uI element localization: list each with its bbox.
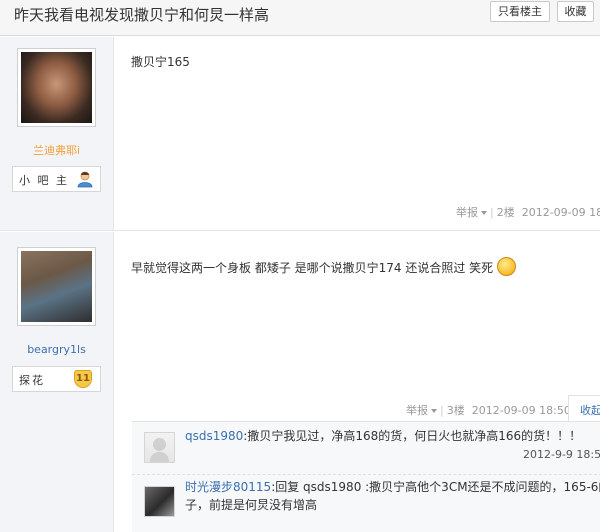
only-op-button[interactable]: 只看楼主: [490, 1, 550, 22]
report-link[interactable]: 举报: [456, 206, 487, 219]
avatar-image: [21, 52, 92, 123]
post-text: 早就觉得这两一个身板 都矮子 是哪个说撒贝宁174 还说合照过 笑死: [131, 261, 494, 275]
reply-time: 2012-9-9 18:54: [523, 448, 600, 461]
post-content: 早就觉得这两一个身板 都矮子 是哪个说撒贝宁174 还说合照过 笑死: [131, 257, 517, 278]
report-label: 举报: [406, 404, 428, 417]
divider: |: [440, 404, 444, 417]
reply-author[interactable]: qsds1980: [185, 429, 243, 443]
avatar[interactable]: [144, 432, 175, 463]
collapse-replies-button[interactable]: 收起: [568, 395, 600, 421]
post-time: 2012-09-09 18:50: [471, 404, 571, 417]
post-content: 撒贝宁165: [131, 55, 190, 69]
thread-header: 昨天我看电视发现撒贝宁和何炅一样高 只看楼主 收藏: [0, 0, 600, 36]
divider: |: [490, 206, 494, 219]
floor-number: 2楼: [496, 206, 515, 219]
avatar[interactable]: [17, 247, 96, 326]
post-floor-3: beargry1ls 探花 11 早就觉得这两一个身板 都矮子 是哪个说撒贝宁1…: [0, 232, 600, 532]
default-avatar-icon: [153, 438, 166, 451]
post-floor-2: 兰迪弗耶i 小 吧 主 撒贝宁165 举报 |2楼 2012-09-09 18:5: [0, 37, 600, 231]
reply-content-continued: 子，前提是何炅没有增高: [185, 498, 318, 512]
post-time: 2012-09-09 18:5: [521, 206, 600, 219]
level-title: 探花: [19, 374, 45, 387]
avatar[interactable]: [144, 486, 175, 517]
role-badge: 小 吧 主: [12, 166, 101, 192]
reply-content: :回复 qsds1980 :撒贝宁高他个3CM还是不成问题的，165-6的: [271, 480, 600, 494]
report-label: 举报: [456, 206, 478, 219]
avatar-image: [21, 251, 92, 322]
author-name[interactable]: beargry1ls: [0, 343, 113, 356]
reply-content: :撒贝宁我见过，净高168的货，何日火也就净高166的货！！！: [243, 429, 582, 443]
role-badge-label: 小 吧 主: [19, 174, 69, 187]
reply-text: qsds1980:撒贝宁我见过，净高168的货，何日火也就净高166的货！！！: [185, 427, 581, 444]
list-item: 时光漫步80115:回复 qsds1980 :撒贝宁高他个3CM还是不成问题的，…: [132, 476, 600, 532]
author-name[interactable]: 兰迪弗耶i: [0, 142, 113, 158]
default-avatar-body: [150, 452, 169, 462]
reply-author[interactable]: 时光漫步80115: [185, 480, 271, 494]
level-number: 11: [74, 370, 92, 388]
favorite-button[interactable]: 收藏: [557, 1, 594, 22]
chevron-down-icon: [431, 409, 437, 413]
post-meta: 举报 | 3楼 2012-09-09 18:50: [406, 402, 571, 418]
author-sidebar: beargry1ls 探花 11: [0, 232, 114, 532]
post-meta: 举报 |2楼 2012-09-09 18:5: [456, 204, 600, 220]
reply-text: 时光漫步80115:回复 qsds1980 :撒贝宁高他个3CM还是不成问题的，…: [185, 478, 600, 495]
avatar[interactable]: [17, 48, 96, 127]
reply-list: qsds1980:撒贝宁我见过，净高168的货，何日火也就净高166的货！！！ …: [132, 421, 600, 532]
list-item: qsds1980:撒贝宁我见过，净高168的货，何日火也就净高166的货！！！ …: [132, 422, 600, 475]
smiley-face-icon: [497, 257, 517, 276]
author-sidebar: 兰迪弗耶i 小 吧 主: [0, 37, 114, 230]
report-link[interactable]: 举报: [406, 404, 437, 417]
floor-number: 3楼: [446, 404, 465, 417]
chevron-down-icon: [481, 211, 487, 215]
level-badge: 探花 11: [12, 366, 101, 392]
user-icon: [77, 171, 93, 188]
thread-title: 昨天我看电视发现撒贝宁和何炅一样高: [14, 6, 270, 24]
